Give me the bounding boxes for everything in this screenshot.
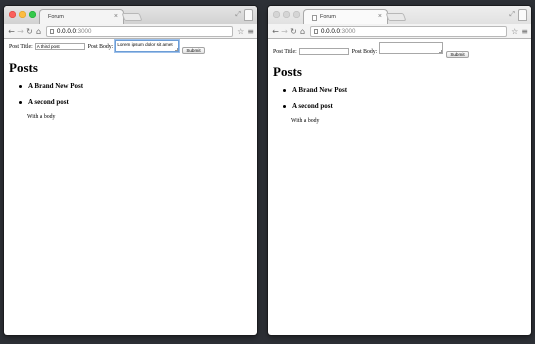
close-window-button[interactable] xyxy=(273,11,280,18)
browser-window-right: Forum × ⤢ ← → ↻ ⌂ 0.0.0.0:3000 ☆ ≡ Post … xyxy=(268,6,531,335)
address-bar[interactable]: 0.0.0.0:3000 xyxy=(46,25,234,37)
post-item: A second post With a body xyxy=(19,98,252,120)
submit-button[interactable]: Submit xyxy=(182,47,205,54)
tab-strip: Forum × ⤢ xyxy=(268,6,531,24)
post-title-label: Post Title: xyxy=(9,44,33,50)
back-arrow-icon[interactable]: ← xyxy=(271,27,280,36)
forward-arrow-icon[interactable]: → xyxy=(280,27,289,36)
post-title-input[interactable] xyxy=(298,48,349,55)
tab-forum[interactable]: Forum × xyxy=(303,9,388,24)
close-window-button[interactable] xyxy=(9,11,16,18)
bullet-icon xyxy=(283,104,286,108)
post-title-input[interactable]: A third post xyxy=(34,43,85,50)
tab-close-icon[interactable]: × xyxy=(378,13,382,20)
tab-strip: Forum × ⤢ xyxy=(4,6,257,24)
post-item: A Brand New Post xyxy=(19,82,252,90)
bullet-icon xyxy=(19,84,22,88)
zoom-window-button[interactable] xyxy=(293,11,300,18)
fullscreen-icon[interactable]: ⤢ xyxy=(509,10,515,19)
post-title: A second post xyxy=(292,102,333,110)
new-tab-button[interactable] xyxy=(385,13,407,21)
post-item: A second post With a body xyxy=(283,102,526,124)
fullscreen-icon[interactable]: ⤢ xyxy=(235,10,241,19)
post-form: Post Title: Post Body: Submit xyxy=(273,42,526,58)
post-body-label: Post Body: xyxy=(351,49,378,55)
home-icon[interactable]: ⌂ xyxy=(298,27,307,36)
url-host: 0.0.0.0 xyxy=(57,27,76,35)
url-port: :3000 xyxy=(339,27,356,35)
page-content: Post Title: Post Body: Submit Posts A Br… xyxy=(268,39,531,135)
home-icon[interactable]: ⌂ xyxy=(34,27,43,36)
post-body-textarea[interactable] xyxy=(379,42,444,54)
url-host: 0.0.0.0 xyxy=(321,27,340,35)
submit-button[interactable]: Submit xyxy=(446,51,469,58)
reload-icon[interactable]: ↻ xyxy=(289,27,298,36)
post-form: Post Title: A third post Post Body: Lore… xyxy=(9,40,252,54)
window-controls xyxy=(9,11,36,18)
tab-title: Forum xyxy=(48,14,64,20)
back-arrow-icon[interactable]: ← xyxy=(7,27,16,36)
tab-forum[interactable]: Forum × xyxy=(39,9,124,24)
post-title: A Brand New Post xyxy=(292,86,348,94)
browser-toolbar: ← → ↻ ⌂ 0.0.0.0:3000 ☆ ≡ xyxy=(4,24,257,39)
profile-icon[interactable] xyxy=(518,9,527,21)
minimize-window-button[interactable] xyxy=(19,11,26,18)
resize-grip-icon[interactable] xyxy=(439,50,443,53)
reload-icon[interactable]: ↻ xyxy=(25,27,34,36)
new-tab-button[interactable] xyxy=(121,13,143,21)
post-body: With a body xyxy=(27,114,56,120)
post-title: A second post xyxy=(28,98,69,106)
page-icon xyxy=(314,28,318,34)
tab-close-icon[interactable]: × xyxy=(114,13,118,20)
page-content: Post Title: A third post Post Body: Lore… xyxy=(4,39,257,131)
zoom-window-button[interactable] xyxy=(29,11,36,18)
star-icon[interactable]: ☆ xyxy=(237,27,244,36)
post-title-label: Post Title: xyxy=(273,49,297,55)
page-favicon-icon xyxy=(312,14,317,21)
post-body: With a body xyxy=(291,118,320,124)
post-body-label: Post Body: xyxy=(87,44,114,50)
page-heading: Posts xyxy=(273,64,302,79)
post-item: A Brand New Post xyxy=(283,86,526,94)
page-icon xyxy=(50,28,54,34)
resize-grip-icon[interactable] xyxy=(175,48,179,51)
post-list: A Brand New Post A second post With a bo… xyxy=(273,86,526,124)
page-heading: Posts xyxy=(9,60,38,75)
post-body-textarea[interactable]: Lorem ipsum dolor sit amet xyxy=(115,40,180,52)
browser-window-left: Forum × ⤢ ← → ↻ ⌂ 0.0.0.0:3000 ☆ ≡ Post … xyxy=(4,6,257,335)
hamburger-menu-icon[interactable]: ≡ xyxy=(247,27,254,36)
bullet-icon xyxy=(283,88,286,92)
hamburger-menu-icon[interactable]: ≡ xyxy=(521,27,528,36)
browser-toolbar: ← → ↻ ⌂ 0.0.0.0:3000 ☆ ≡ xyxy=(268,24,531,39)
profile-icon[interactable] xyxy=(244,9,253,21)
url-port: :3000 xyxy=(75,27,92,35)
star-icon[interactable]: ☆ xyxy=(511,27,518,36)
post-title: A Brand New Post xyxy=(28,82,84,90)
minimize-window-button[interactable] xyxy=(283,11,290,18)
address-bar[interactable]: 0.0.0.0:3000 xyxy=(310,25,508,37)
window-controls xyxy=(273,11,300,18)
post-list: A Brand New Post A second post With a bo… xyxy=(9,82,252,120)
post-body-value: Lorem ipsum dolor sit amet xyxy=(117,42,173,47)
forward-arrow-icon[interactable]: → xyxy=(16,27,25,36)
bullet-icon xyxy=(19,100,22,104)
tab-title: Forum xyxy=(320,14,336,20)
